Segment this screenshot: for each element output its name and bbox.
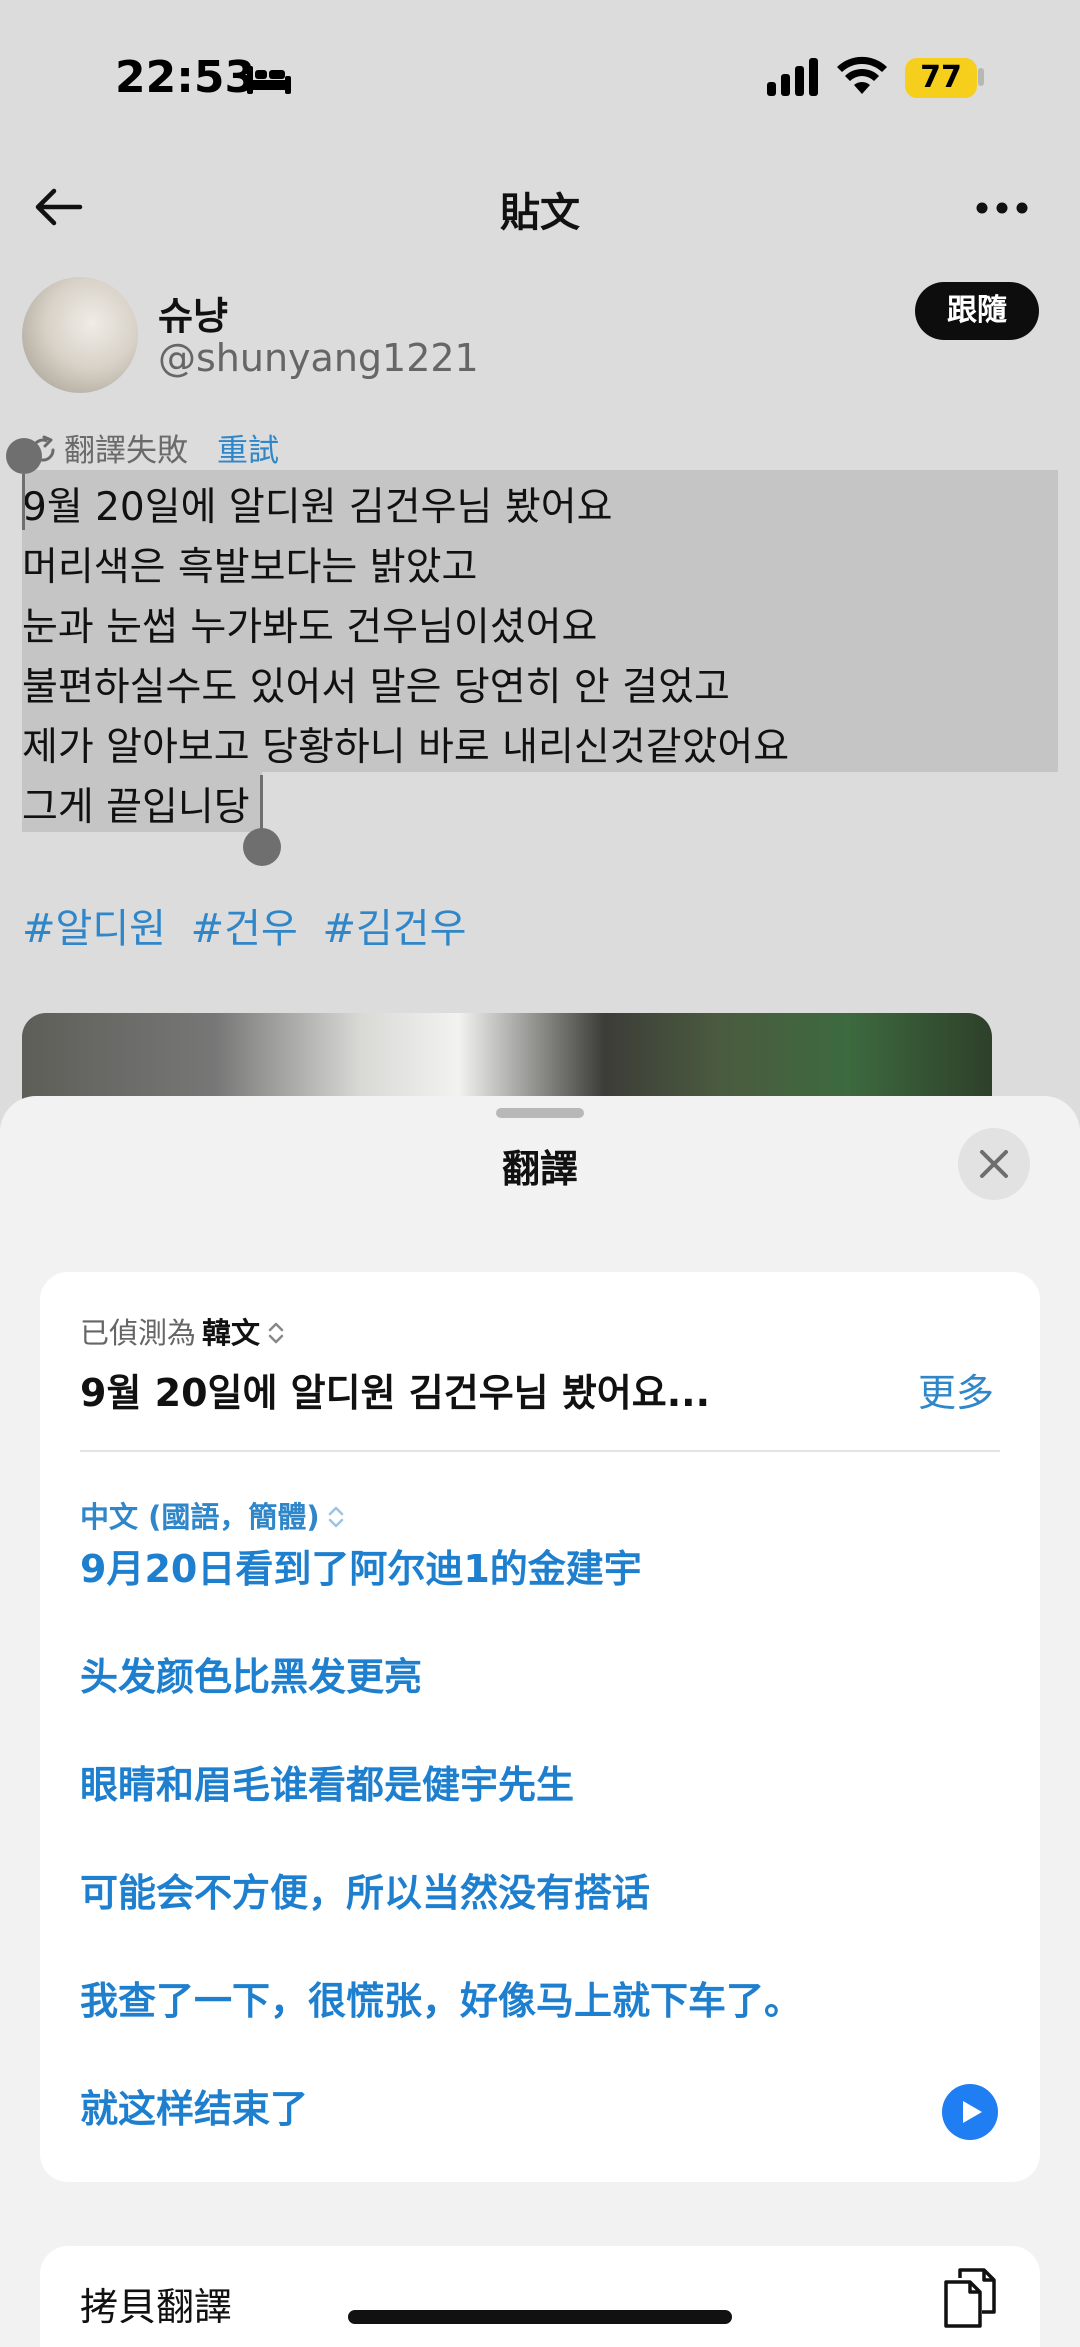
translation-line: 就这样结束了 <box>80 2087 309 2131</box>
selection-handle-start-bar <box>22 474 25 530</box>
battery-level: 77 <box>920 60 962 95</box>
translation-failed-text: 翻譯失敗 <box>64 433 188 469</box>
hashtags: #알디원 #건우 #김건우 <box>22 896 478 954</box>
page-title: 貼文 <box>500 190 580 236</box>
translation-line: 我查了一下，很慌张，好像马上就下车了。 <box>80 1979 803 2023</box>
post-text[interactable]: 9월 20일에 알디원 김건우님 봤어요 머리색은 흑발보다는 밝았고 눈과 눈… <box>22 478 1052 838</box>
translate-sheet: 翻譯 已偵測為 韓文 9월 20일에 알디원 김건우님 봤어요... 更多 中文 … <box>0 1096 1080 2347</box>
bed-icon <box>247 66 291 94</box>
translation-line: 9月20日看到了阿尔迪1的金建宇 <box>80 1547 642 1591</box>
hashtag-link[interactable]: #알디원 <box>22 906 166 952</box>
post-line: 제가 알아보고 당황하니 바로 내리신것같았어요 <box>22 725 790 770</box>
detected-language: 韓文 <box>202 1316 261 1350</box>
detected-language-row[interactable]: 已偵測為 韓文 <box>80 1310 286 1352</box>
post-line: 불편하실수도 있어서 말은 당연히 안 걸었고 <box>22 665 730 710</box>
selection-handle-end[interactable] <box>243 828 281 866</box>
retry-link[interactable]: 重試 <box>217 425 279 470</box>
home-indicator[interactable] <box>348 2310 732 2324</box>
author-handle[interactable]: @shunyang1221 <box>158 336 479 380</box>
translation-line: 眼睛和眉毛谁看都是健宇先生 <box>80 1763 575 1807</box>
follow-button[interactable]: 跟隨 <box>915 282 1039 340</box>
post-line: 9월 20일에 알디원 김건우님 봤어요 <box>22 485 613 530</box>
nav-bar: 貼文 <box>0 160 1080 255</box>
wifi-icon <box>837 56 887 94</box>
target-language: 中文 (國語，簡體) <box>80 1500 320 1534</box>
translation-line: 头发颜色比黑发更亮 <box>80 1655 423 1699</box>
close-button[interactable] <box>958 1128 1030 1200</box>
sheet-grabber[interactable] <box>496 1108 584 1118</box>
battery-tip <box>978 68 984 86</box>
play-button[interactable] <box>942 2084 998 2140</box>
hashtag-link[interactable]: #건우 <box>191 906 298 952</box>
close-icon <box>980 1150 1008 1178</box>
more-icon[interactable] <box>975 200 1029 216</box>
author-display-name[interactable]: 슈냥 <box>158 285 228 340</box>
post-line: 머리색은 흑발보다는 밝았고 <box>22 545 478 590</box>
selection-handle-end-bar <box>260 775 263 833</box>
translation-line: 可能会不方便，所以当然没有搭话 <box>80 1871 651 1915</box>
play-icon <box>963 2101 982 2123</box>
translation-result: 9月20日看到了阿尔迪1的金建宇 头发颜色比黑发更亮 眼睛和眉毛谁看都是健宇先生… <box>80 1544 980 2192</box>
selection-handle-start[interactable] <box>6 438 42 474</box>
target-language-row[interactable]: 中文 (國語，簡體) <box>80 1494 346 1536</box>
status-bar: 22:53 77 <box>0 0 1080 160</box>
translation-status: 翻譯失敗 <box>28 425 188 470</box>
copy-icon <box>944 2268 996 2328</box>
more-link[interactable]: 更多 <box>918 1362 994 1417</box>
chevron-updown-icon <box>328 1506 343 1528</box>
hashtag-link[interactable]: #김건우 <box>322 906 466 952</box>
post-line: 그게 끝입니당 <box>22 785 250 830</box>
translation-card: 已偵測為 韓文 9월 20일에 알디원 김건우님 봤어요... 更多 中文 (國語… <box>40 1272 1040 2182</box>
source-text-preview: 9월 20일에 알디원 김건우님 봤어요... <box>80 1371 711 1415</box>
post-line: 눈과 눈썹 누가봐도 건우님이셨어요 <box>22 605 598 650</box>
signal-icon <box>767 58 818 96</box>
copy-translation-row[interactable]: 拷貝翻譯 <box>40 2246 1040 2347</box>
chevron-updown-icon <box>268 1322 284 1344</box>
detected-prefix: 已偵測為 <box>80 1316 197 1350</box>
divider <box>80 1450 1000 1452</box>
status-time: 22:53 <box>115 52 256 103</box>
avatar[interactable] <box>22 277 138 393</box>
sheet-title: 翻譯 <box>501 1147 578 1191</box>
copy-translation-label: 拷貝翻譯 <box>80 2285 233 2329</box>
